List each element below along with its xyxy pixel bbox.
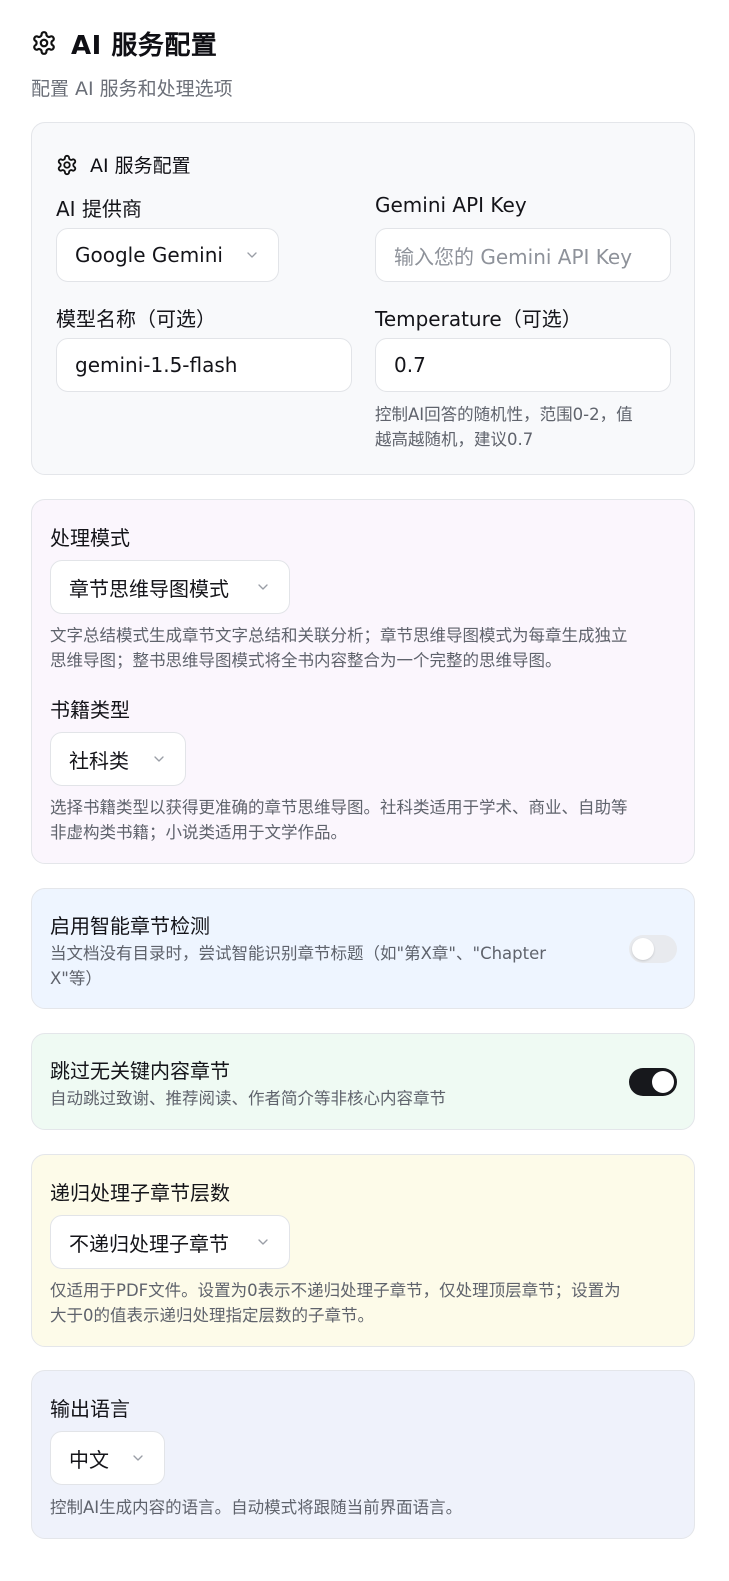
- smart-detect-desc-line: X"等）: [50, 969, 102, 988]
- language-select-value: 中文: [69, 1447, 109, 1472]
- recursive-help-line: 大于0的值表示递归处理指定层数的子章节。: [50, 1306, 374, 1325]
- recursive-label: 递归处理子章节层数: [50, 1181, 230, 1205]
- chevron-down-icon: [255, 579, 271, 595]
- page-subtitle: 配置 AI 服务和处理选项: [31, 78, 233, 100]
- temperature-help-line: 越高越随机，建议0.7: [375, 430, 534, 449]
- smart-detect-toggle[interactable]: [629, 935, 677, 963]
- temperature-input[interactable]: 0.7: [375, 338, 671, 392]
- provider-select-value: Google Gemini: [75, 243, 223, 267]
- model-label: 模型名称（可选）: [56, 307, 216, 331]
- page-title: AI 服务配置: [71, 30, 218, 61]
- book-type-help-line: 非虚构类书籍；小说类适用于文学作品。: [50, 823, 347, 842]
- output-language-card: 输出语言 中文 控制AI生成内容的语言。自动模式将跟随当前界面语言。: [31, 1370, 695, 1539]
- api-key-input[interactable]: 输入您的 Gemini API Key: [375, 228, 671, 282]
- smart-detect-card: 启用智能章节检测 当文档没有目录时，尝试智能识别章节标题（如"第X章"、"Cha…: [31, 888, 695, 1009]
- skip-irrelevant-title: 跳过无关键内容章节: [50, 1059, 230, 1083]
- ai-service-section-header: AI 服务配置: [56, 151, 191, 178]
- language-select[interactable]: 中文: [50, 1431, 165, 1485]
- temperature-help-line: 控制AI回答的随机性，范围0-2，值: [375, 405, 633, 424]
- ai-service-card: AI 服务配置 AI 提供商 Google Gemini Gemini API …: [31, 122, 695, 475]
- skip-irrelevant-desc: 自动跳过致谢、推荐阅读、作者简介等非核心内容章节: [50, 1089, 446, 1108]
- recursive-depth-card: 递归处理子章节层数 不递归处理子章节 仅适用于PDF文件。设置为0表示不递归处理…: [31, 1154, 695, 1347]
- chevron-down-icon: [255, 1234, 271, 1250]
- book-type-label: 书籍类型: [50, 698, 130, 722]
- page-header: AI 服务配置 配置 AI 服务和处理选项: [31, 26, 701, 101]
- temperature-label: Temperature（可选）: [375, 307, 582, 331]
- provider-select[interactable]: Google Gemini: [56, 228, 279, 282]
- gear-icon: [31, 30, 57, 56]
- recursive-select-value: 不递归处理子章节: [69, 1231, 229, 1256]
- processing-mode-card: 处理模式 章节思维导图模式 文字总结模式生成章节文字总结和关联分析；章节思维导图…: [31, 499, 695, 864]
- chevron-down-icon: [130, 1450, 146, 1466]
- mode-help: 文字总结模式生成章节文字总结和关联分析；章节思维导图模式为每章生成独立 思维导图…: [50, 623, 685, 673]
- smart-detect-desc: 当文档没有目录时，尝试智能识别章节标题（如"第X章"、"Chapter X"等）: [50, 941, 610, 991]
- recursive-help: 仅适用于PDF文件。设置为0表示不递归处理子章节，仅处理顶层章节；设置为 大于0…: [50, 1278, 685, 1328]
- language-label: 输出语言: [50, 1397, 130, 1421]
- book-type-select[interactable]: 社科类: [50, 732, 186, 786]
- book-type-select-value: 社科类: [69, 748, 129, 773]
- mode-select[interactable]: 章节思维导图模式: [50, 560, 290, 614]
- api-key-label: Gemini API Key: [375, 193, 527, 217]
- toggle-knob: [652, 1071, 674, 1093]
- book-type-help-line: 选择书籍类型以获得更准确的章节思维导图。社科类适用于学术、商业、自助等: [50, 798, 628, 817]
- ai-service-section-title: AI 服务配置: [90, 155, 191, 177]
- mode-label: 处理模式: [50, 526, 130, 550]
- provider-label: AI 提供商: [56, 197, 142, 221]
- chevron-down-icon: [244, 247, 260, 263]
- mode-help-line: 思维导图；整书思维导图模式将全书内容整合为一个完整的思维导图。: [50, 651, 562, 670]
- chevron-down-icon: [151, 751, 167, 767]
- mode-select-value: 章节思维导图模式: [69, 576, 229, 601]
- skip-irrelevant-card: 跳过无关键内容章节 自动跳过致谢、推荐阅读、作者简介等非核心内容章节: [31, 1033, 695, 1130]
- recursive-help-line: 仅适用于PDF文件。设置为0表示不递归处理子章节，仅处理顶层章节；设置为: [50, 1281, 621, 1300]
- book-type-help: 选择书籍类型以获得更准确的章节思维导图。社科类适用于学术、商业、自助等 非虚构类…: [50, 795, 685, 845]
- model-input[interactable]: gemini-1.5-flash: [56, 338, 352, 392]
- smart-detect-title: 启用智能章节检测: [50, 914, 210, 938]
- temperature-help: 控制AI回答的随机性，范围0-2，值 越高越随机，建议0.7: [375, 402, 675, 452]
- gear-icon: [56, 154, 78, 176]
- language-help: 控制AI生成内容的语言。自动模式将跟随当前界面语言。: [50, 1498, 463, 1517]
- skip-irrelevant-toggle[interactable]: [629, 1068, 677, 1096]
- smart-detect-desc-line: 当文档没有目录时，尝试智能识别章节标题（如"第X章"、"Chapter: [50, 944, 547, 963]
- mode-help-line: 文字总结模式生成章节文字总结和关联分析；章节思维导图模式为每章生成独立: [50, 626, 628, 645]
- page-title-row: AI 服务配置: [31, 26, 701, 61]
- recursive-select[interactable]: 不递归处理子章节: [50, 1215, 290, 1269]
- toggle-knob: [632, 938, 654, 960]
